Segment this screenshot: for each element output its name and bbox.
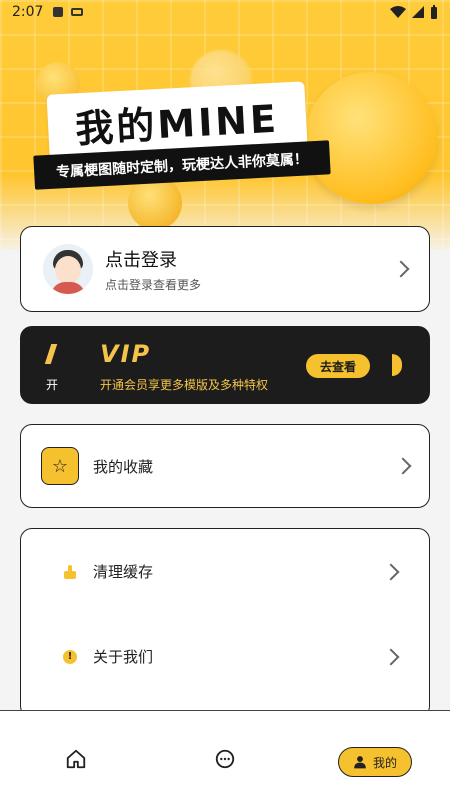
favorites-label: 我的收藏 — [93, 457, 154, 476]
nav-home[interactable] — [56, 739, 96, 779]
battery-icon — [431, 5, 437, 19]
broom-icon — [61, 563, 79, 581]
login-card[interactable]: 点击登录 点击登录查看更多 — [20, 226, 430, 312]
vip-description: 开通会员享更多模版及多种特权 — [100, 378, 269, 392]
vip-card[interactable]: 开 VIP 开通会员享更多模版及多种特权 去查看 — [20, 326, 430, 404]
thinking-emoji-icon — [305, 72, 437, 204]
keyboard-icon — [71, 8, 84, 16]
a-icon — [53, 7, 64, 17]
menu-item-clear-cache[interactable]: 清理缓存 — [41, 529, 409, 614]
chat-icon — [215, 749, 235, 769]
home-icon — [66, 749, 86, 769]
status-bar: 2:07 — [0, 0, 450, 24]
star-icon: ☆ — [41, 447, 79, 485]
chevron-right-icon — [382, 648, 400, 665]
status-time: 2:07 — [12, 4, 44, 20]
menu-item-about-us[interactable]: ! 关于我们 — [41, 614, 409, 699]
menu-item-label: 清理缓存 — [93, 563, 154, 581]
vip-open-label: 开 — [46, 378, 59, 392]
chevron-right-icon — [382, 563, 400, 580]
menu-item-label: 关于我们 — [93, 648, 154, 666]
avatar — [43, 244, 93, 294]
nav-mine[interactable]: 我的 — [338, 747, 412, 777]
login-title: 点击登录 — [105, 249, 177, 271]
vip-logo: VIP — [100, 340, 152, 368]
bottom-nav: 我的 — [0, 710, 450, 800]
user-icon — [354, 756, 366, 769]
chevron-right-icon — [394, 457, 412, 475]
vip-slash-icon — [44, 344, 58, 364]
hero-title: 我的MINE — [74, 96, 281, 151]
wifi-icon — [390, 6, 406, 18]
nav-chat[interactable] — [205, 739, 245, 779]
hero-banner: 我的MINE 专属梗图随时定制，玩梗达人非你莫属！ — [0, 0, 450, 250]
menu-card: 清理缓存 ! 关于我们 — [20, 528, 430, 718]
info-icon: ! — [61, 648, 79, 666]
signal-icon — [412, 6, 424, 18]
login-subtitle: 点击登录查看更多 — [105, 277, 202, 292]
vip-arrow-icon — [392, 354, 402, 376]
chevron-right-icon — [392, 260, 410, 278]
login-text: 点击登录 点击登录查看更多 — [105, 246, 201, 293]
favorites-card[interactable]: ☆ 我的收藏 — [20, 424, 430, 508]
vip-view-button[interactable]: 去查看 — [306, 354, 370, 378]
nav-mine-label: 我的 — [372, 755, 397, 770]
